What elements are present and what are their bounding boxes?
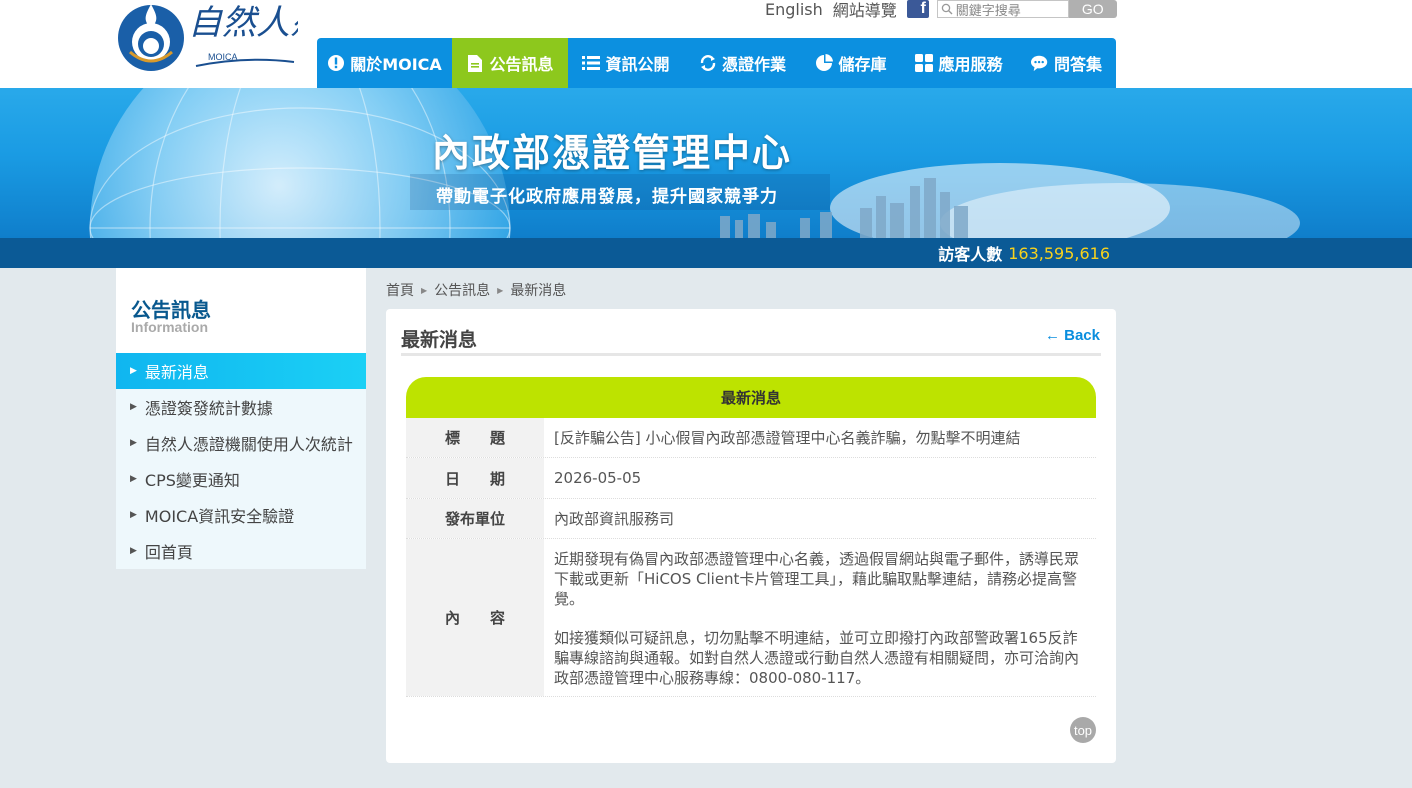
row-value: 內政部資訊服務司	[554, 510, 675, 528]
english-link[interactable]: English	[765, 0, 823, 19]
nav-item-services[interactable]: 應用服務	[901, 38, 1017, 88]
pie-icon	[815, 54, 834, 72]
site-header: 自然人憑證 MOICA English 網站導覽 f 關鍵字搜尋 GO 關於MO…	[0, 0, 1412, 88]
info-icon	[327, 54, 345, 72]
back-link[interactable]: ← Back	[1045, 327, 1100, 344]
nav-item-faq[interactable]: 問答集	[1017, 38, 1116, 88]
sidebar-item-home[interactable]: ▶ 回首頁	[116, 533, 366, 569]
sidebar-subtitle: Information	[131, 319, 208, 335]
sidebar-item-label: MOICA資訊安全驗證	[144, 507, 295, 526]
breadcrumb-home[interactable]: 首頁	[386, 280, 414, 300]
top-links: English 網站導覽 f 關鍵字搜尋 GO	[765, 0, 1117, 21]
sidebar-item-usage-stats[interactable]: ▶ 自然人憑證機關使用人次統計	[116, 425, 366, 461]
row-label: 發布單位	[406, 499, 544, 538]
nav-label: 公告訊息	[489, 55, 554, 74]
sidebar-item-cps-change[interactable]: ▶ CPS變更通知	[116, 461, 366, 497]
detail-row-content: 內 容 近期發現有偽冒內政部憑證管理中心名義，透過假冒網站與電子郵件，誘導民眾下…	[406, 539, 1096, 697]
nav-label: 資訊公開	[605, 55, 670, 74]
sidebar-header: 公告訊息 Information	[116, 268, 366, 353]
sidebar-item-latest-news[interactable]: ▶ 最新消息	[116, 353, 366, 389]
visitor-counter: 訪客人數 163,595,616	[938, 238, 1110, 268]
detail-row-unit: 發布單位 內政部資訊服務司	[406, 499, 1096, 539]
arrow-right-icon: ▶	[130, 402, 137, 412]
visitor-count: 163,595,616	[1008, 243, 1110, 263]
sitemap-link[interactable]: 網站導覽	[833, 0, 897, 21]
sidebar-item-label: CPS變更通知	[144, 471, 240, 490]
title-divider	[401, 353, 1101, 356]
content-paragraph: 如接獲類似可疑訊息，切勿點擊不明連結，並可立即撥打內政部警政署165反詐騙專線諮…	[554, 629, 1080, 687]
arrow-right-icon: ▶	[130, 438, 137, 448]
nav-item-repository[interactable]: 儲存庫	[801, 38, 901, 88]
nav-label: 儲存庫	[838, 55, 887, 74]
arrow-right-icon: ▶	[130, 546, 137, 556]
breadcrumb-announcements[interactable]: 公告訊息	[434, 280, 490, 300]
arrow-right-icon: ▶	[130, 510, 137, 520]
banner-title: 內政部憑證管理中心	[432, 131, 793, 175]
content-panel: 最新消息 ← Back 最新消息 標 題 [反詐騙公告] 小心假冒內政部憑證管理…	[386, 309, 1116, 763]
sidebar-item-label: 回首頁	[144, 543, 193, 562]
search-icon	[941, 3, 953, 15]
hero-banner: 內政部憑證管理中心 帶動電子化政府應用發展，提升國家競爭力	[0, 88, 1412, 238]
list-icon	[582, 54, 601, 72]
breadcrumb-separator-icon: ▶	[497, 285, 504, 295]
row-label: 標 題	[406, 418, 544, 457]
nav-label: 憑證作業	[721, 55, 786, 74]
banner-subtitle: 帶動電子化政府應用發展，提升國家競爭力	[436, 187, 778, 207]
breadcrumb: 首頁 ▶ 公告訊息 ▶ 最新消息	[386, 280, 566, 300]
visitor-label: 訪客人數	[938, 245, 1003, 264]
document-icon	[466, 54, 484, 72]
breadcrumb-separator-icon: ▶	[421, 285, 428, 295]
page-title: 最新消息	[401, 329, 478, 351]
row-value: 近期發現有偽冒內政部憑證管理中心名義，透過假冒網站與電子郵件，誘導民眾下載或更新…	[544, 539, 1096, 696]
row-value: [反詐騙公告] 小心假冒內政部憑證管理中心名義詐騙，勿點擊不明連結	[554, 429, 1021, 447]
detail-row-title: 標 題 [反詐騙公告] 小心假冒內政部憑證管理中心名義詐騙，勿點擊不明連結	[406, 418, 1096, 458]
sidebar-item-label: 最新消息	[144, 363, 209, 382]
back-to-top-button[interactable]: top	[1070, 717, 1096, 743]
nav-item-announcements[interactable]: 公告訊息	[452, 38, 568, 88]
row-label: 日 期	[406, 458, 544, 498]
visitor-bar: 訪客人數 163,595,616	[0, 238, 1412, 268]
nav-label: 關於MOICA	[350, 55, 442, 74]
nav-label: 應用服務	[938, 55, 1003, 74]
sidebar-item-label: 自然人憑證機關使用人次統計	[144, 435, 353, 454]
chat-icon	[1030, 54, 1049, 72]
row-value: 2026-05-05	[554, 469, 642, 487]
nav-item-about[interactable]: 關於MOICA	[317, 38, 452, 88]
logo-text: 自然人憑證	[188, 3, 298, 43]
nav-item-cert-ops[interactable]: 憑證作業	[684, 38, 801, 88]
refresh-icon	[699, 54, 717, 72]
nav-label: 問答集	[1053, 55, 1102, 74]
detail-row-date: 日 期 2026-05-05	[406, 458, 1096, 499]
search-go-button[interactable]: GO	[1068, 0, 1117, 18]
sidebar-item-label: 憑證簽發統計數據	[144, 399, 273, 418]
search-placeholder: 關鍵字搜尋	[955, 3, 1021, 19]
arrow-right-icon: ▶	[130, 366, 137, 376]
table-header: 最新消息	[406, 377, 1096, 418]
search-input[interactable]: 關鍵字搜尋	[936, 0, 1069, 19]
moica-logo[interactable]: 自然人憑證 MOICA	[116, 0, 363, 74]
sidebar-item-issuance-stats[interactable]: ▶ 憑證簽發統計數據	[116, 389, 366, 425]
grid-icon	[915, 54, 934, 72]
nav-item-disclosure[interactable]: 資訊公開	[568, 38, 684, 88]
breadcrumb-current: 最新消息	[510, 283, 567, 299]
main-nav: 關於MOICA 公告訊息 資訊公開 憑證作業 儲存庫 應用服務 問答集	[317, 38, 1116, 88]
sidebar: 公告訊息 Information ▶ 最新消息 ▶ 憑證簽發統計數據 ▶ 自然人…	[116, 268, 366, 569]
row-label: 內 容	[406, 539, 544, 696]
sidebar-item-security-cert[interactable]: ▶ MOICA資訊安全驗證	[116, 497, 366, 533]
facebook-icon[interactable]: f	[906, 0, 929, 18]
arrow-right-icon: ▶	[130, 474, 137, 484]
content-paragraph: 近期發現有偽冒內政部憑證管理中心名義，透過假冒網站與電子郵件，誘導民眾下載或更新…	[554, 550, 1080, 608]
